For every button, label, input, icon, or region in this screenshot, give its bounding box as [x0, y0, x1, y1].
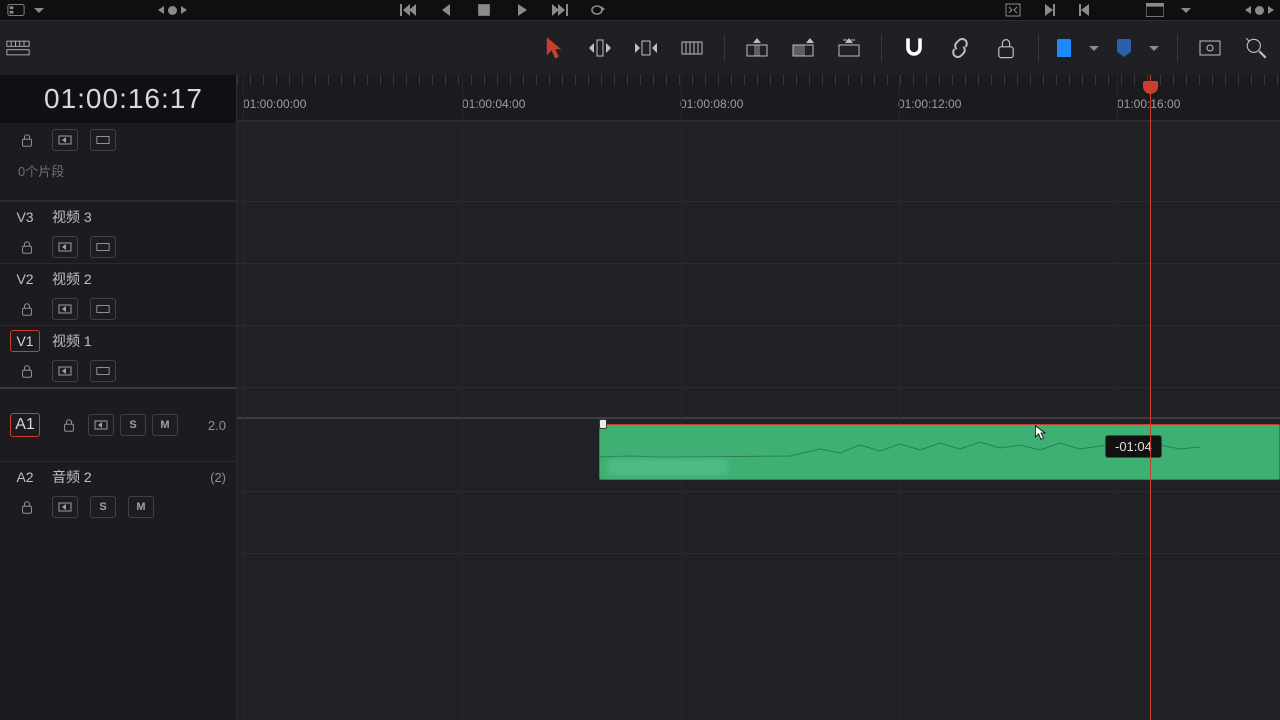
channel-count-label: (2)	[210, 470, 226, 485]
track-number: V3	[10, 209, 40, 225]
layout-icon[interactable]	[1145, 2, 1165, 18]
timeline-view-options-icon[interactable]	[4, 34, 32, 62]
selection-tool-icon[interactable]	[540, 34, 568, 62]
track-header-panel: 01:00:16:17 0个片段 V3 视频 3 V2 视频	[0, 75, 237, 720]
flag-dropdown-icon[interactable]	[1089, 46, 1099, 51]
track-view-icon[interactable]	[90, 236, 116, 258]
rec-dot-icon	[1255, 6, 1264, 15]
history-fwd-icon[interactable]	[181, 6, 187, 14]
clip-name-blur	[608, 459, 728, 475]
dynamic-trim-icon[interactable]	[632, 34, 660, 62]
track-header-v3[interactable]: V3 视频 3	[0, 202, 236, 232]
view-mode-icon[interactable]	[6, 2, 26, 18]
ruler-time-label: 01:00:08:00	[680, 97, 743, 111]
lock-track-icon[interactable]	[14, 236, 40, 258]
replace-clip-icon[interactable]	[835, 34, 863, 62]
zoom-detail-icon[interactable]	[1242, 34, 1270, 62]
mute-button[interactable]: M	[152, 414, 178, 436]
history-back-icon[interactable]	[158, 6, 164, 14]
auto-select-icon[interactable]	[52, 236, 78, 258]
lock-track-icon[interactable]	[56, 414, 82, 436]
channel-mode-label: 2.0	[208, 418, 226, 433]
timeline-area[interactable]: 01:00:00:00 01:00:04:00 01:00:08:00 01:00:1…	[237, 75, 1280, 720]
audio-clip[interactable]	[599, 424, 1280, 480]
lock-icon[interactable]	[992, 34, 1020, 62]
loop-icon[interactable]	[588, 2, 608, 18]
track-name: 音频 2	[52, 467, 92, 487]
auto-select-icon[interactable]	[88, 414, 114, 436]
track-number: A2	[10, 469, 40, 485]
play-icon[interactable]	[512, 2, 532, 18]
next-marker-icon[interactable]	[1039, 2, 1059, 18]
record-nav	[1245, 6, 1274, 15]
separator	[724, 34, 725, 62]
blade-tool-icon[interactable]	[678, 34, 706, 62]
rec-back-icon[interactable]	[1245, 6, 1251, 14]
mute-button[interactable]: M	[128, 496, 154, 518]
time-ruler[interactable]: 01:00:00:00 01:00:04:00 01:00:08:00 01:00:1…	[237, 75, 1280, 121]
playhead[interactable]	[1150, 75, 1151, 720]
track-header-v2[interactable]: V2 视频 2	[0, 264, 236, 294]
marker-icon[interactable]	[1117, 39, 1131, 57]
clips-count-label: 0个片段	[0, 153, 236, 180]
track-view-icon[interactable]	[90, 129, 116, 151]
track-name: 视频 3	[52, 207, 92, 227]
clip-fade-handle[interactable]	[599, 419, 607, 429]
lock-track-icon[interactable]	[14, 496, 40, 518]
auto-select-icon[interactable]	[52, 496, 78, 518]
track-header-v1[interactable]: V1 视频 1	[0, 326, 236, 356]
track-view-icon[interactable]	[90, 298, 116, 320]
auto-select-icon[interactable]	[52, 298, 78, 320]
rec-fwd-icon[interactable]	[1268, 6, 1274, 14]
link-icon[interactable]	[946, 34, 974, 62]
zoom-fit-icon[interactable]	[1196, 34, 1224, 62]
solo-button[interactable]: S	[120, 414, 146, 436]
ruler-time-label: 01:00:12:00	[898, 97, 961, 111]
step-back-icon[interactable]	[436, 2, 456, 18]
track-number[interactable]: A1	[10, 413, 40, 437]
flag-blue-icon[interactable]	[1057, 39, 1071, 57]
match-frame-icon[interactable]	[1003, 2, 1023, 18]
snapping-icon[interactable]	[900, 34, 928, 62]
track-name: 视频 2	[52, 269, 92, 289]
lock-track-icon[interactable]	[14, 129, 40, 151]
auto-select-icon[interactable]	[52, 129, 78, 151]
layout-dropdown-icon[interactable]	[1181, 8, 1191, 13]
prev-marker-icon[interactable]	[1075, 2, 1095, 18]
ruler-time-label: 01:00:00:00	[243, 97, 306, 111]
master-timecode[interactable]: 01:00:16:17	[0, 75, 236, 123]
ruler-time-label: 01:00:04:00	[462, 97, 525, 111]
marker-dropdown-icon[interactable]	[1149, 46, 1159, 51]
top-system-bar	[0, 0, 1280, 20]
transport-controls	[398, 2, 608, 18]
ruler-time-label: 01:00:16:00	[1117, 97, 1180, 111]
lock-track-icon[interactable]	[14, 298, 40, 320]
go-last-icon[interactable]	[550, 2, 570, 18]
lock-track-icon[interactable]	[14, 360, 40, 382]
track-name: 视频 1	[52, 331, 92, 351]
go-first-icon[interactable]	[398, 2, 418, 18]
track-header-a2[interactable]: A2 音频 2 (2)	[0, 462, 236, 492]
trim-tool-icon[interactable]	[586, 34, 614, 62]
trim-offset-badge: -01:04	[1105, 435, 1162, 458]
view-mode-dropdown-icon[interactable]	[34, 8, 44, 13]
editing-toolbar	[0, 20, 1280, 75]
track-number[interactable]: V1	[10, 330, 40, 352]
history-dot-icon	[168, 6, 177, 15]
overwrite-clip-icon[interactable]	[789, 34, 817, 62]
track-header-a1[interactable]: A1 S M 2.0	[0, 389, 236, 461]
track-view-icon[interactable]	[90, 360, 116, 382]
separator	[1038, 34, 1039, 62]
stop-icon[interactable]	[474, 2, 494, 18]
auto-select-icon[interactable]	[52, 360, 78, 382]
mouse-cursor-icon	[1033, 425, 1049, 441]
track-number: V2	[10, 271, 40, 287]
insert-clip-icon[interactable]	[743, 34, 771, 62]
history-nav[interactable]	[158, 6, 187, 15]
separator	[881, 34, 882, 62]
solo-button[interactable]: S	[90, 496, 116, 518]
separator	[1177, 34, 1178, 62]
